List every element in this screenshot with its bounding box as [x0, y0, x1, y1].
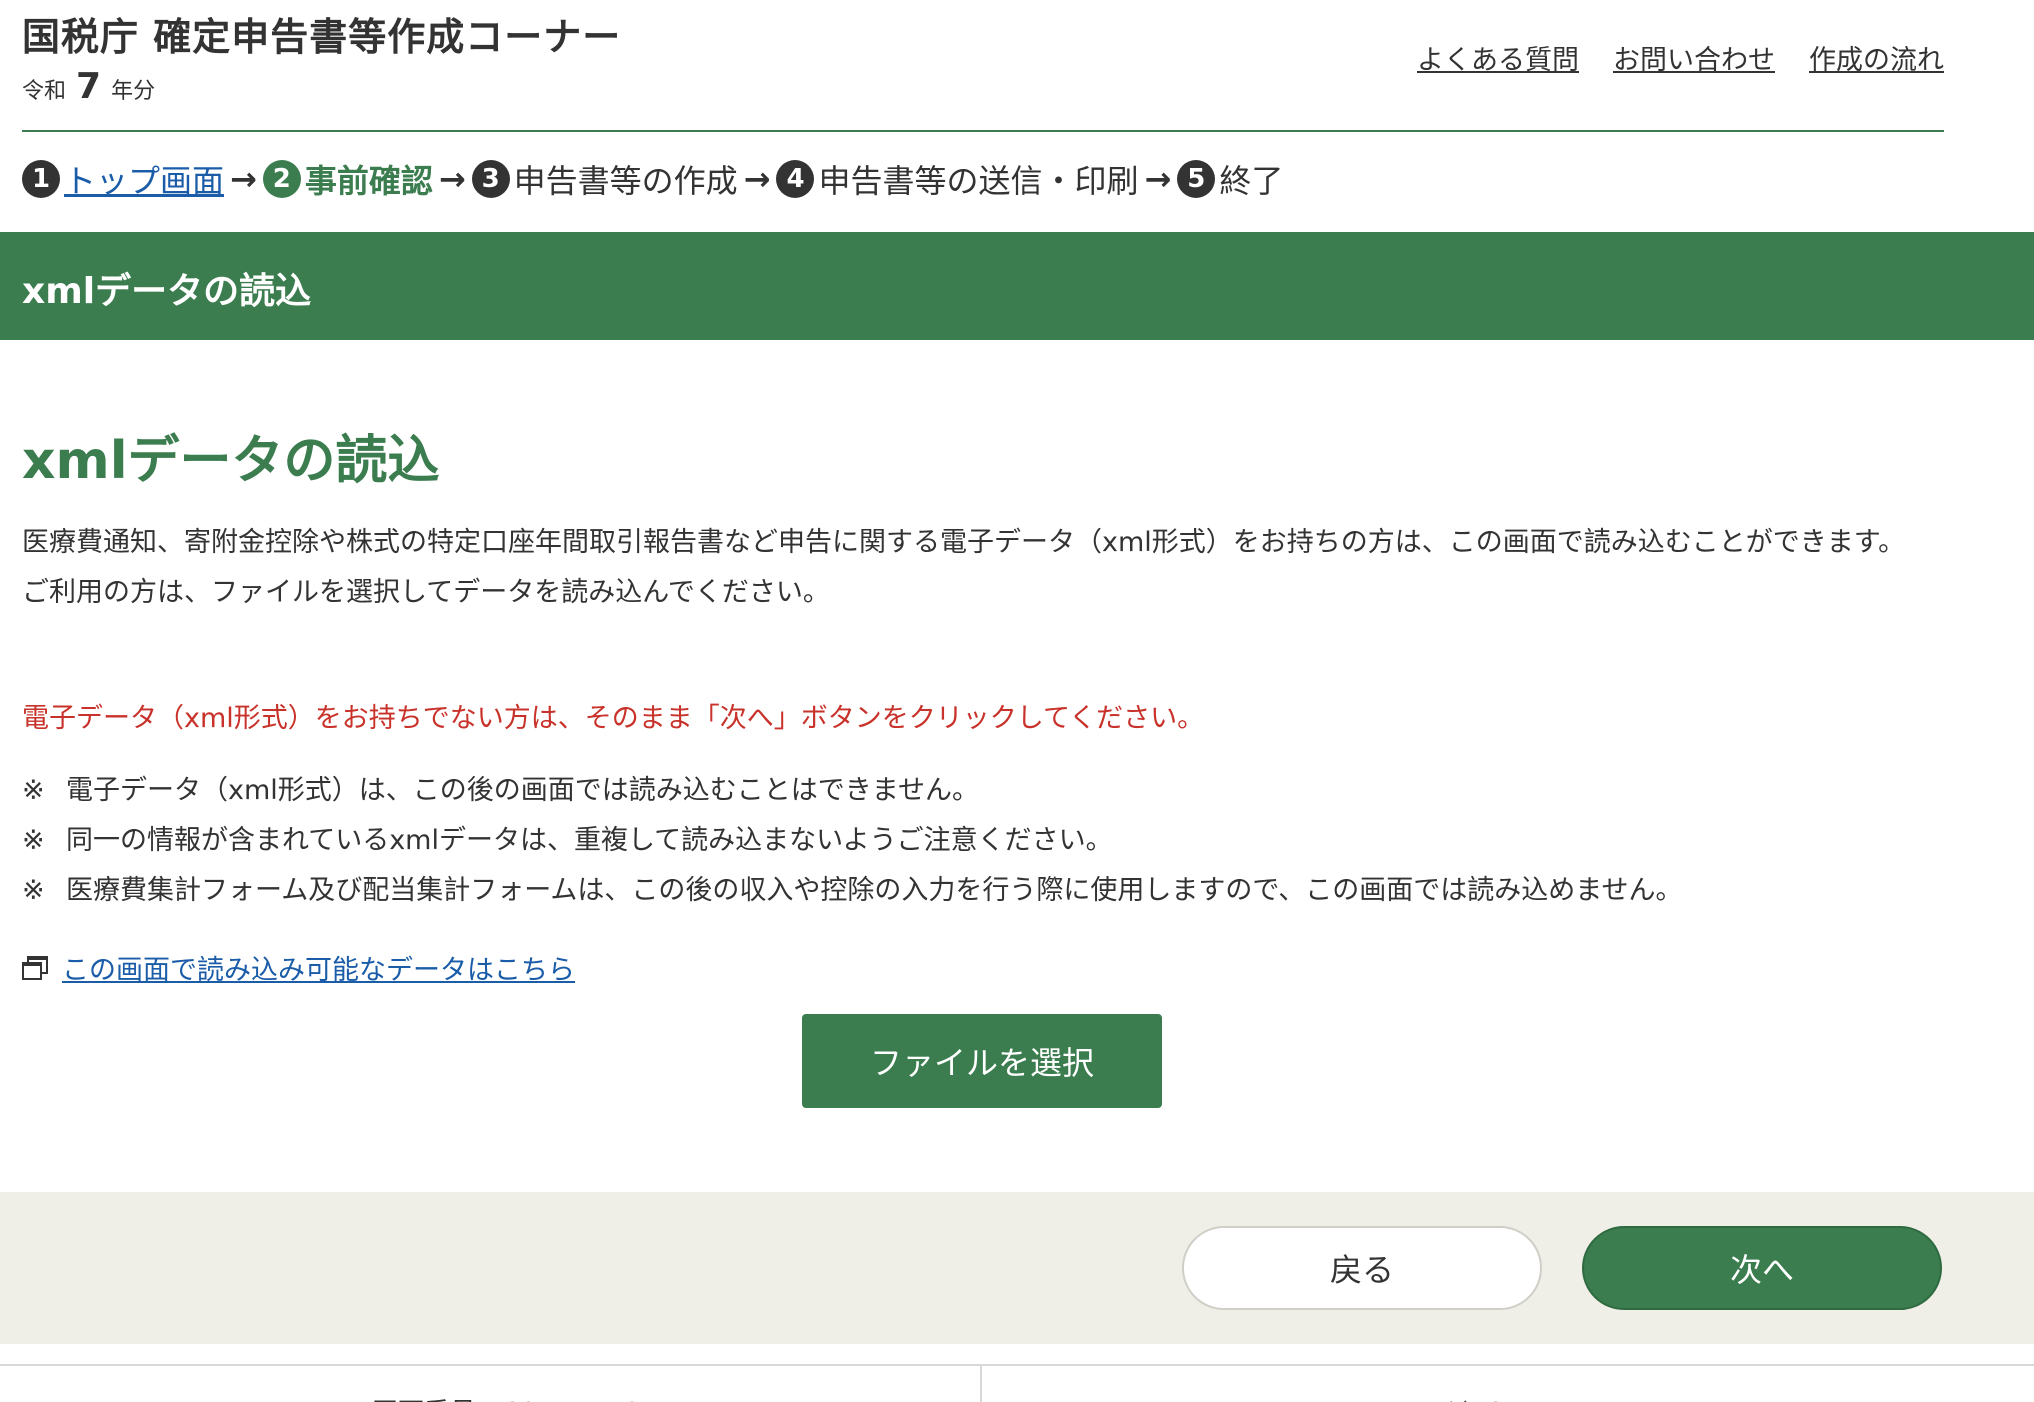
note-item: ※ 医療費集計フォーム及び配当集計フォームは、この後の収入や控除の入力を行う際に… — [22, 866, 1683, 916]
flow-link[interactable]: 作成の流れ — [1809, 38, 1944, 77]
note-mark: ※ — [22, 775, 45, 806]
step-arrow-icon: → — [743, 160, 771, 198]
section-banner: xmlデータの読込 — [0, 232, 2034, 340]
step-arrow-icon: → — [230, 160, 257, 198]
back-button[interactable]: 戻る — [1182, 1226, 1542, 1310]
progress-steps: 1 トップ画面 → 2 事前確認 → 3 申告書等の作成 → 4 申告書等の送信… — [22, 156, 1283, 202]
next-button[interactable]: 次へ — [1582, 1226, 1942, 1310]
faq-link[interactable]: よくある質問 — [1417, 38, 1579, 77]
note-item: ※ 同一の情報が含まれているxmlデータは、重複して読み込まないようご注意くださ… — [22, 816, 1683, 866]
step-top: 1 トップ画面 — [22, 156, 224, 202]
site-title: 国税庁 確定申告書等作成コーナー — [22, 15, 622, 59]
step-create: 3 申告書等の作成 — [471, 156, 738, 202]
step-top-link[interactable]: トップ画面 — [64, 156, 224, 202]
description-line-2: ご利用の方は、ファイルを選択してデータを読み込んでください。 — [22, 577, 830, 608]
note-mark: ※ — [22, 875, 45, 906]
year-number: 7 — [76, 66, 102, 107]
description-line-1: 医療費通知、寄附金控除や株式の特定口座年間取引報告書など申告に関する電子データ（… — [22, 527, 1906, 558]
note-text: 同一の情報が含まれているxmlデータは、重複して読み込まないようご注意ください。 — [66, 825, 1113, 856]
step-precheck-label: 事前確認 — [304, 162, 433, 200]
page-number: 画面番号：C0-AA-450 — [372, 1392, 640, 1402]
navigation-bar: 戻る 次へ — [0, 1192, 2034, 1344]
note-item: ※ 電子データ（xml形式）は、この後の画面では読み込むことはできません。 — [22, 766, 1683, 816]
notes-list: ※ 電子データ（xml形式）は、この後の画面では読み込むことはできません。 ※ … — [22, 766, 1683, 916]
page-top-link[interactable]: ページTOP — [1392, 1392, 1522, 1402]
tax-year: 令和 7 年分 — [22, 66, 155, 107]
year-suffix: 年分 — [111, 79, 156, 104]
step-send-print-label: 申告書等の送信・印刷 — [818, 162, 1139, 200]
page-title: xmlデータの読込 — [22, 431, 440, 491]
site-header: 国税庁 確定申告書等作成コーナー 令和 7 年分 よくある質問 お問い合わせ 作… — [22, 0, 1944, 132]
note-text: 医療費集計フォーム及び配当集計フォームは、この後の収入や控除の入力を行う際に使用… — [66, 875, 1683, 906]
era-label: 令和 — [22, 79, 67, 104]
step-number-5: 5 — [1177, 160, 1216, 198]
step-number-3: 3 — [471, 160, 510, 198]
description: 医療費通知、寄附金控除や株式の特定口座年間取引報告書など申告に関する電子データ（… — [22, 518, 1942, 618]
step-number-4: 4 — [776, 160, 815, 198]
new-window-icon — [22, 955, 48, 980]
step-precheck: 2 事前確認 — [262, 156, 433, 202]
page: 国税庁 確定申告書等作成コーナー 令和 7 年分 よくある質問 お問い合わせ 作… — [0, 0, 2034, 1402]
readable-data-link-row: この画面で読み込み可能なデータはこちら — [22, 948, 575, 987]
banner-title: xmlデータの読込 — [22, 271, 312, 312]
select-file-button[interactable]: ファイルを選択 — [802, 1014, 1162, 1108]
footer-divider — [980, 1366, 982, 1402]
warning-text: 電子データ（xml形式）をお持ちでない方は、そのまま「次へ」ボタンをクリックして… — [22, 703, 1205, 734]
note-text: 電子データ（xml形式）は、この後の画面では読み込むことはできません。 — [66, 775, 979, 806]
note-mark: ※ — [22, 825, 45, 856]
page-footer: 画面番号：C0-AA-450 ページTOP — [0, 1364, 2034, 1402]
readable-data-link[interactable]: この画面で読み込み可能なデータはこちら — [62, 948, 575, 987]
step-number-2: 2 — [262, 160, 301, 198]
contact-link[interactable]: お問い合わせ — [1613, 38, 1775, 77]
step-finish-label: 終了 — [1219, 162, 1284, 200]
step-number-1: 1 — [22, 160, 60, 198]
step-send-print: 4 申告書等の送信・印刷 — [776, 156, 1139, 202]
header-links: よくある質問 お問い合わせ 作成の流れ — [1417, 38, 1944, 77]
step-arrow-icon: → — [438, 160, 466, 198]
step-finish: 5 終了 — [1177, 156, 1283, 202]
step-arrow-icon: → — [1144, 160, 1172, 198]
step-create-label: 申告書等の作成 — [513, 162, 738, 200]
